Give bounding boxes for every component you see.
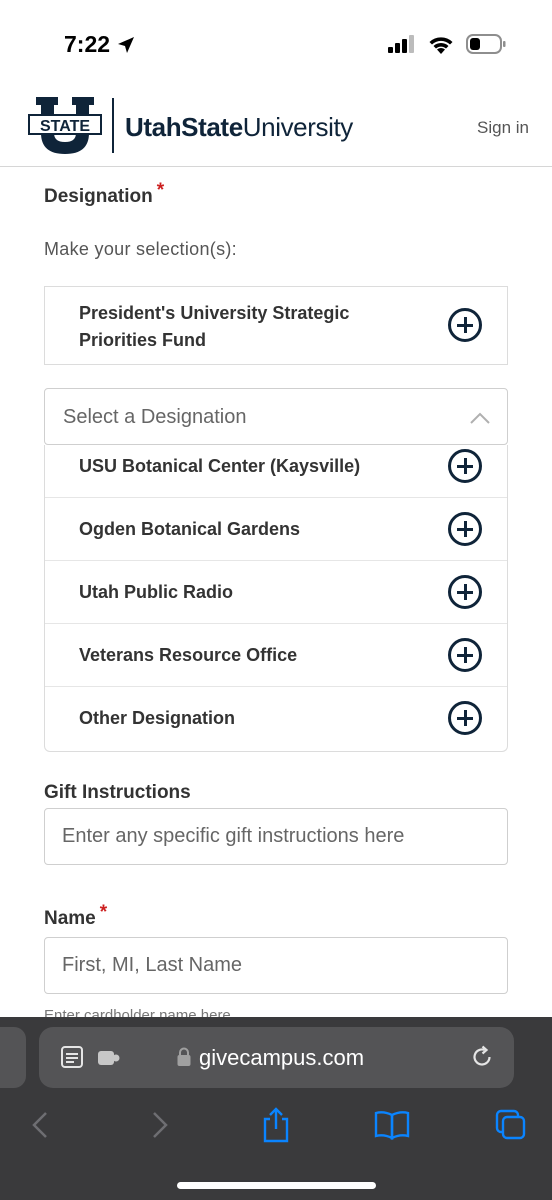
name-input[interactable] [44,937,508,994]
battery-icon [466,34,506,54]
designation-option-label: Veterans Resource Office [79,645,298,665]
site-header: STATE UtahStateUniversity Sign in [0,88,552,167]
name-label-text: Name [44,908,96,929]
browser-toolbar: givecampus.com [0,1017,552,1200]
cellular-signal-icon [388,35,414,53]
add-circle-icon[interactable] [448,575,482,609]
gift-instructions-input[interactable] [44,808,508,865]
designation-options-list: USU Botanical Center (Kaysville) Ogden B… [44,445,508,752]
previous-tab-preview[interactable] [0,1027,26,1088]
donation-form: Designation * Make your selection(s): Pre… [0,167,552,1017]
gift-instructions-label: Gift Instructions [44,782,191,803]
tabs-button[interactable] [491,1105,531,1145]
designation-option-label: Other Designation [79,708,236,728]
share-button[interactable] [256,1105,296,1145]
name-label: Name * [44,902,107,930]
designation-option-label: USU Botanical Center (Kaysville) [79,456,361,476]
required-asterisk: * [156,180,165,201]
forward-button[interactable] [140,1105,180,1145]
wifi-icon [429,36,453,54]
designation-option[interactable]: Ogden Botanical Gardens [45,498,507,561]
add-circle-icon[interactable] [448,449,482,483]
location-arrow-icon [118,36,135,53]
chevron-left-icon [32,1112,47,1138]
status-indicators [388,34,506,54]
designation-select-placeholder: Select a Designation [63,406,247,428]
extensions-icon[interactable] [97,1048,121,1068]
selection-help-text: Make your selection(s): [44,239,237,259]
home-indicator [177,1182,376,1189]
bookmarks-button[interactable] [372,1105,412,1145]
logo-divider [112,98,114,153]
lock-icon [177,1047,191,1066]
address-bar[interactable]: givecampus.com [39,1027,514,1088]
back-button[interactable] [20,1105,60,1145]
logo-state-text: STATE [40,118,90,135]
designation-option[interactable]: Veterans Resource Office [45,624,507,687]
usu-u-logo-icon: STATE [28,97,102,154]
url-text: givecampus.com [199,1045,365,1070]
chevron-right-icon [153,1112,168,1138]
selected-designation: President's University Strategic Priorit… [44,286,508,365]
add-circle-icon[interactable] [448,701,482,735]
designation-select[interactable]: Select a Designation [44,388,508,445]
wordmark-regular: University [242,112,354,142]
share-icon [263,1107,289,1143]
add-circle-icon[interactable] [448,638,482,672]
status-time: 7:22 [64,31,136,58]
name-hint: Enter cardholder name here [44,1007,231,1017]
required-asterisk: * [99,902,108,923]
add-circle-icon[interactable] [448,308,482,342]
usu-logo-mark[interactable]: STATE [28,97,102,159]
reader-mode-icon[interactable] [61,1046,83,1068]
designation-option[interactable]: Other Designation [45,687,507,750]
designation-label: Designation * [44,180,164,208]
tabs-icon [495,1109,526,1140]
university-wordmark[interactable]: UtahStateUniversity [125,112,353,143]
selected-designation-label: President's University Strategic Priorit… [79,303,350,350]
sign-in-link[interactable]: Sign in [477,118,529,138]
status-bar: 7:22 [0,0,552,88]
reload-icon[interactable] [470,1045,494,1069]
clock-text: 7:22 [64,31,111,57]
designation-option[interactable]: Utah Public Radio [45,561,507,624]
designation-option-label: Ogden Botanical Gardens [79,519,301,539]
designation-option[interactable]: USU Botanical Center (Kaysville) [45,445,507,498]
designation-label-text: Designation [44,186,153,207]
wordmark-bold: UtahState [125,112,243,142]
designation-option-label: Utah Public Radio [79,582,234,602]
book-icon [374,1111,410,1140]
chevron-up-icon[interactable] [469,408,491,430]
add-circle-icon[interactable] [448,512,482,546]
